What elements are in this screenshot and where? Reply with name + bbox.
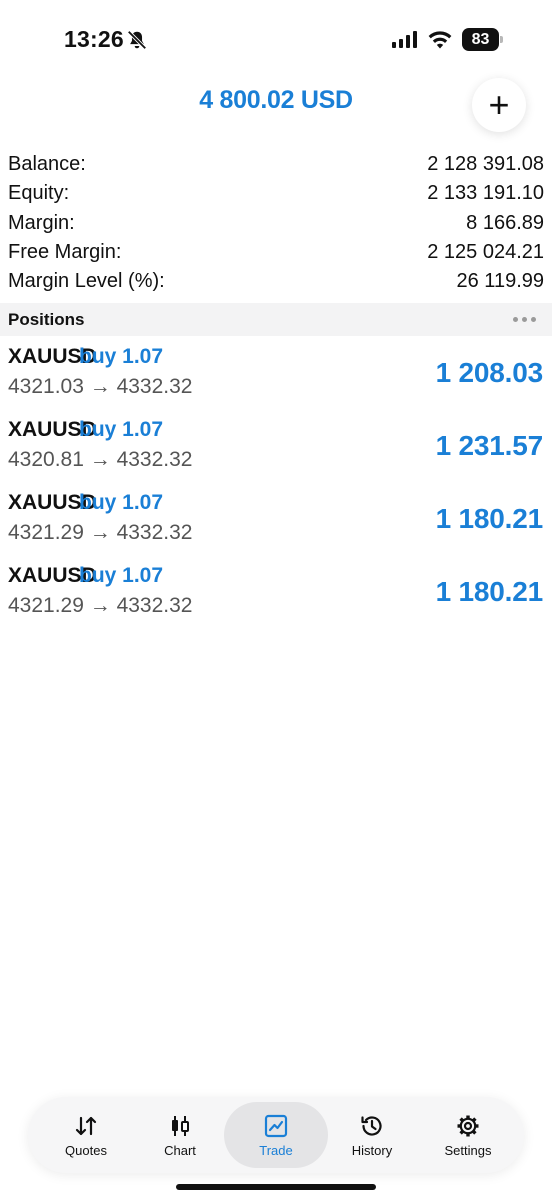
margin-level-label: Margin Level (%): [8,270,165,293]
position-profit: 1 180.21 [435,503,544,534]
tab-quotes-label: Quotes [65,1142,107,1158]
balance-value: 2 128 391.08 [427,153,544,176]
trade-screen: 13:26 83 4 800.02 USD + Balance: 2 128 3… [0,0,552,1200]
tab-chart[interactable]: Chart [128,1102,232,1168]
position-row[interactable]: XAUUSD buy 1.07 4321.29 → 4332.32 1 180.… [0,483,552,556]
home-indicator[interactable] [176,1184,376,1190]
free-margin-label: Free Margin: [8,241,122,264]
tab-trade-label: Trade [259,1142,293,1158]
equity-row: Equity: 2 133 191.10 [0,179,552,208]
tab-trade[interactable]: Trade [224,1102,328,1168]
more-options-icon[interactable] [513,317,536,322]
position-profit: 1 208.03 [435,357,544,388]
position-side: buy 1.07 [79,491,164,514]
equity-value: 2 133 191.10 [427,182,544,205]
position-side: buy 1.07 [79,418,164,441]
status-time: 13:26 [64,26,124,52]
status-bar: 13:26 83 [0,0,552,80]
margin-level-row: Margin Level (%): 26 119.99 [0,267,552,296]
cellular-signal-icon [392,30,417,48]
quotes-icon [75,1116,97,1135]
tab-history-label: History [351,1142,393,1158]
positions-section-header: Positions [0,303,552,336]
history-icon [361,1115,382,1136]
balance-label: Balance: [8,153,86,176]
account-summary: Balance: 2 128 391.08 Equity: 2 133 191.… [0,150,552,296]
wifi-icon [428,31,452,49]
equity-label: Equity: [8,182,70,205]
account-balance-title: 4 800.02 USD [199,86,353,114]
trade-icon [264,1114,288,1137]
position-row[interactable]: XAUUSD buy 1.07 4320.81 → 4332.32 1 231.… [0,410,552,483]
bell-muted-icon [127,30,147,50]
position-profit: 1 231.57 [435,430,544,461]
new-order-button[interactable]: + [472,78,526,132]
free-margin-row: Free Margin: 2 125 024.21 [0,238,552,267]
chart-icon [172,1115,189,1136]
position-prices: 4321.03 → 4332.32 [8,375,193,398]
tab-chart-label: Chart [164,1142,196,1158]
settings-icon [457,1115,479,1136]
tab-settings-label: Settings [444,1142,492,1158]
position-row[interactable]: XAUUSD buy 1.07 4321.03 → 4332.32 1 208.… [0,337,552,410]
position-prices: 4320.81 → 4332.32 [8,448,193,471]
free-margin-value: 2 125 024.21 [427,241,544,264]
position-row[interactable]: XAUUSD buy 1.07 4321.29 → 4332.32 1 180.… [0,556,552,629]
margin-label: Margin: [8,211,75,234]
battery-level: 83 [462,28,499,51]
position-side: buy 1.07 [79,564,164,587]
tab-bar: Quotes Chart Trade History Settings [28,1097,524,1173]
position-prices: 4321.29 → 4332.32 [8,521,193,544]
positions-title: Positions [8,309,85,329]
margin-level-value: 26 119.99 [456,270,545,293]
margin-row: Margin: 8 166.89 [0,209,552,238]
tab-history[interactable]: History [320,1102,424,1168]
margin-value: 8 166.89 [466,211,544,234]
position-prices: 4321.29 → 4332.32 [8,594,193,617]
battery-icon: 83 [462,28,504,51]
balance-row: Balance: 2 128 391.08 [0,150,552,179]
tab-quotes[interactable]: Quotes [34,1102,138,1168]
tab-settings[interactable]: Settings [416,1102,520,1168]
position-profit: 1 180.21 [435,576,544,607]
position-side: buy 1.07 [79,345,164,368]
positions-list: XAUUSD buy 1.07 4321.03 → 4332.32 1 208.… [0,337,552,629]
